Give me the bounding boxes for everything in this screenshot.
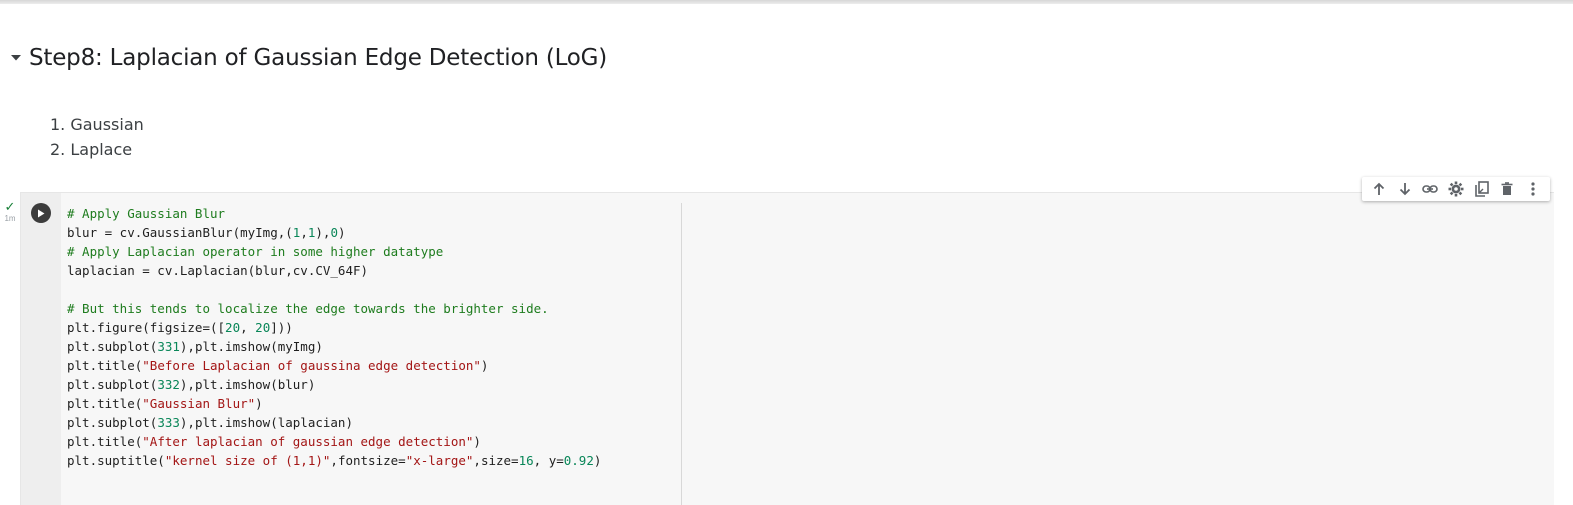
link-icon bbox=[1422, 185, 1439, 193]
play-icon bbox=[38, 209, 45, 217]
run-cell-button[interactable] bbox=[31, 203, 51, 223]
code-line: plt.title("Before Laplacian of gaussina … bbox=[67, 356, 601, 375]
cell-toolbar bbox=[1362, 177, 1550, 201]
code-token-plain: ) bbox=[473, 434, 481, 449]
code-token-string: "x-large" bbox=[405, 453, 474, 468]
code-token-number: 332 bbox=[157, 377, 180, 392]
code-line: # But this tends to localize the edge to… bbox=[67, 299, 601, 318]
code-token-plain: ),plt.imshow(myImg) bbox=[179, 339, 323, 354]
code-token-string: "After laplacian of gaussian edge detect… bbox=[142, 434, 474, 449]
code-token-plain: ])) bbox=[270, 320, 293, 335]
mirror-cell-icon bbox=[1474, 181, 1489, 197]
code-token-comment: # Apply Laplacian operator in some highe… bbox=[67, 244, 444, 259]
code-token-plain: ) bbox=[337, 225, 346, 240]
step-item: 1. Gaussian bbox=[50, 115, 144, 134]
section-heading: Step8: Laplacian of Gaussian Edge Detect… bbox=[29, 45, 608, 71]
code-token-number: 333 bbox=[157, 415, 180, 430]
code-editor[interactable]: # Apply Gaussian Blur blur = cv.GaussianB… bbox=[67, 204, 601, 470]
code-token-comment: # But this tends to localize the edge to… bbox=[67, 301, 549, 316]
trash-icon bbox=[1501, 182, 1513, 195]
code-line: plt.subplot(333),plt.imshow(laplacian) bbox=[67, 413, 601, 432]
check-icon: ✓ bbox=[4, 199, 16, 214]
code-token-number: 20 bbox=[255, 320, 271, 335]
code-token-plain: ),plt.imshow(blur) bbox=[179, 377, 316, 392]
cell-settings-button[interactable] bbox=[1445, 178, 1467, 200]
code-line: plt.title("After laplacian of gaussian e… bbox=[67, 432, 601, 451]
code-token-plain: plt.subplot( bbox=[67, 339, 158, 354]
code-token-plain: ) bbox=[593, 453, 602, 468]
code-line: plt.figure(figsize=([20, 20])) bbox=[67, 318, 601, 337]
more-vert-icon bbox=[1531, 182, 1535, 196]
code-token-plain: , y= bbox=[533, 453, 564, 468]
more-actions-button[interactable] bbox=[1522, 178, 1544, 200]
mirror-cell-button[interactable] bbox=[1471, 178, 1493, 200]
move-cell-down-button[interactable] bbox=[1394, 178, 1416, 200]
code-token-number: 0.92 bbox=[563, 453, 594, 468]
code-token-plain: , bbox=[300, 225, 308, 240]
code-line: plt.subplot(332),plt.imshow(blur) bbox=[67, 375, 601, 394]
code-token-number: 20 bbox=[225, 320, 241, 335]
code-token-plain: plt.title( bbox=[67, 358, 143, 373]
gear-icon bbox=[1448, 181, 1464, 197]
code-token-comment: # Apply Gaussian Blur bbox=[67, 206, 226, 221]
code-token-plain: plt.suptitle( bbox=[67, 453, 165, 468]
code-token-plain: ), bbox=[315, 225, 331, 240]
code-token-plain: , bbox=[240, 320, 256, 335]
code-line: plt.subplot(331),plt.imshow(myImg) bbox=[67, 337, 601, 356]
step-item: 2. Laplace bbox=[50, 140, 133, 159]
code-token-plain: laplacian = cv.Laplacian(blur,cv.CV_64F) bbox=[67, 263, 369, 278]
code-token-plain: ) bbox=[480, 358, 489, 373]
cell-gutter bbox=[21, 193, 61, 505]
code-token-number: 0 bbox=[330, 225, 338, 240]
line-length-ruler bbox=[681, 203, 682, 505]
move-up-icon bbox=[1373, 182, 1384, 195]
code-line: plt.title("Gaussian Blur") bbox=[67, 394, 601, 413]
code-line: laplacian = cv.Laplacian(blur,cv.CV_64F) bbox=[67, 261, 601, 280]
link-to-cell-button[interactable] bbox=[1419, 178, 1441, 200]
code-token-string: "Before Laplacian of gaussina edge detec… bbox=[142, 358, 481, 373]
collapse-toggle[interactable] bbox=[4, 46, 28, 70]
code-token-plain: ,fontsize= bbox=[330, 453, 406, 468]
section-header: Step8: Laplacian of Gaussian Edge Detect… bbox=[0, 40, 607, 76]
delete-cell-button[interactable] bbox=[1496, 178, 1518, 200]
execution-status: ✓ 1m bbox=[3, 200, 17, 224]
code-token-plain: plt.figure(figsize=([ bbox=[67, 320, 226, 335]
code-token-plain: ,size= bbox=[473, 453, 519, 468]
code-token-plain: plt.subplot( bbox=[67, 377, 158, 392]
code-line: plt.suptitle("kernel size of (1,1)",font… bbox=[67, 451, 601, 470]
code-line: # Apply Laplacian operator in some highe… bbox=[67, 242, 601, 261]
code-token-plain: ) bbox=[255, 396, 263, 411]
top-divider bbox=[0, 0, 1573, 4]
code-cell[interactable]: # Apply Gaussian Blur blur = cv.GaussianB… bbox=[20, 192, 1554, 505]
code-token-plain: plt.title( bbox=[67, 434, 143, 449]
execution-time: 1m bbox=[4, 214, 16, 223]
code-line: blur = cv.GaussianBlur(myImg,(1,1),0) bbox=[67, 223, 601, 242]
code-token-string: "kernel size of (1,1)" bbox=[164, 453, 331, 468]
steps-list: 1. Gaussian 2. Laplace bbox=[50, 112, 144, 162]
code-token-number: 331 bbox=[157, 339, 180, 354]
code-token-plain: ),plt.imshow(laplacian) bbox=[179, 415, 353, 430]
code-token-number: 16 bbox=[518, 453, 534, 468]
code-token-plain: plt.subplot( bbox=[67, 415, 158, 430]
code-token-string: "Gaussian Blur" bbox=[142, 396, 256, 411]
caret-down-icon bbox=[11, 55, 21, 61]
code-line: # Apply Gaussian Blur bbox=[67, 204, 601, 223]
move-cell-up-button[interactable] bbox=[1368, 178, 1390, 200]
code-token-plain: blur = cv.GaussianBlur(myImg,( bbox=[67, 225, 293, 240]
move-down-icon bbox=[1399, 183, 1410, 196]
code-token-plain: plt.title( bbox=[67, 396, 143, 411]
